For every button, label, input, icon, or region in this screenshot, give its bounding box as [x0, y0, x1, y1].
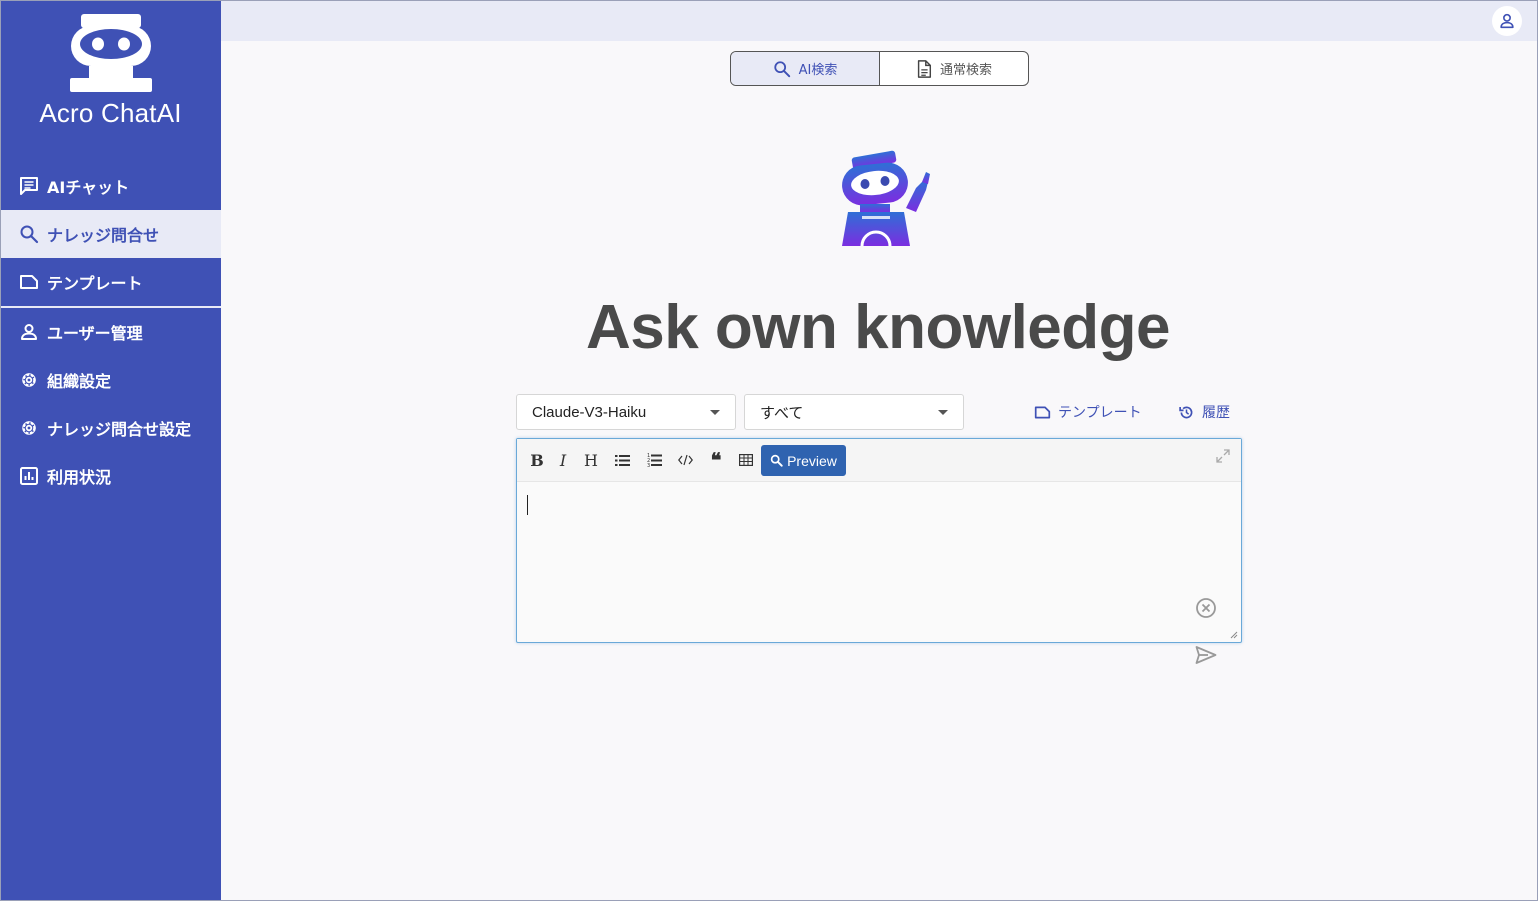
- sidebar-item-label: テンプレート: [47, 274, 143, 293]
- dropdown-arrow-icon: [710, 410, 720, 415]
- normal-search-button[interactable]: 通常検索: [880, 52, 1028, 85]
- sidebar-item-ai-chat[interactable]: AIチャット: [0, 162, 221, 210]
- scope-select-value: すべて: [760, 404, 804, 422]
- scope-select[interactable]: すべて: [744, 394, 964, 430]
- text-cursor: [527, 495, 528, 515]
- ai-search-label: AI検索: [798, 63, 838, 78]
- sidebar-item-knowledge-settings[interactable]: ナレッジ問合せ設定: [0, 404, 221, 452]
- template-button[interactable]: テンプレート: [1034, 402, 1142, 422]
- sidebar-item-template[interactable]: テンプレート: [0, 258, 221, 306]
- chat-icon: [18, 175, 40, 197]
- user-icon: [18, 321, 40, 343]
- clear-button[interactable]: [1194, 596, 1218, 620]
- document-icon: [916, 59, 932, 78]
- svg-text:3: 3: [647, 463, 650, 467]
- sidebar-item-label: ナレッジ問合せ設定: [47, 420, 192, 439]
- history-icon: [1178, 404, 1195, 421]
- model-select-value: Claude-V3-Haiku: [532, 403, 647, 421]
- resize-grip-icon[interactable]: [1230, 631, 1238, 639]
- history-button-label: 履歴: [1202, 405, 1230, 421]
- bullet-list-icon: [614, 454, 630, 466]
- sidebar-item-org-settings[interactable]: 組織設定: [0, 356, 221, 404]
- normal-search-label: 通常検索: [939, 63, 992, 78]
- template-icon: [1034, 404, 1051, 421]
- history-button[interactable]: 履歴: [1178, 402, 1230, 422]
- code-button[interactable]: [672, 447, 698, 473]
- sidebar-nav: AIチャット ナレッジ問合せ テンプレート ユーザー管理 組織設定 ナレッジ問合…: [0, 162, 221, 500]
- sidebar: Acro ChatAI AIチャット ナレッジ問合せ テンプレート ユーザー管理…: [0, 0, 221, 901]
- sidebar-item-label: 組織設定: [47, 372, 112, 391]
- brand[interactable]: Acro ChatAI: [0, 0, 221, 160]
- expand-icon: [1216, 449, 1230, 463]
- template-icon: [18, 271, 40, 293]
- editor-toolbar: B I H 123 ❝ Preview: [517, 439, 1241, 482]
- search-icon: [770, 454, 783, 467]
- app-name: Acro ChatAI: [39, 98, 182, 128]
- robot-logo-icon: [70, 14, 152, 92]
- sidebar-item-label: 利用状況: [47, 468, 112, 487]
- sidebar-item-label: AIチャット: [47, 178, 130, 197]
- table-button[interactable]: [733, 447, 759, 473]
- quote-button[interactable]: ❝: [703, 447, 729, 473]
- preview-button[interactable]: Preview: [761, 445, 846, 476]
- code-icon: [677, 454, 693, 466]
- query-textarea[interactable]: [517, 482, 1241, 664]
- numbered-list-icon: 123: [647, 453, 662, 467]
- account-icon: [1500, 13, 1514, 29]
- heading-button[interactable]: H: [578, 447, 604, 473]
- top-bar: [221, 0, 1538, 41]
- bullet-list-button[interactable]: [609, 447, 635, 473]
- sidebar-item-knowledge-query[interactable]: ナレッジ問合せ: [0, 210, 221, 258]
- sidebar-item-usage[interactable]: 利用状況: [0, 452, 221, 500]
- preview-button-label: Preview: [787, 452, 837, 469]
- template-button-label: テンプレート: [1058, 405, 1142, 421]
- page-title: Ask own knowledge: [585, 293, 1171, 362]
- bold-button[interactable]: B: [524, 447, 550, 473]
- account-button[interactable]: [1492, 6, 1522, 36]
- table-icon: [739, 454, 753, 466]
- query-editor: B I H 123 ❝ Preview: [516, 438, 1242, 664]
- chart-icon: [18, 465, 40, 487]
- italic-button[interactable]: I: [550, 447, 576, 473]
- robot-mascot-icon: [842, 150, 930, 247]
- sidebar-item-user-management[interactable]: ユーザー管理: [0, 308, 221, 356]
- send-icon: [1195, 646, 1217, 664]
- numbered-list-button[interactable]: 123: [641, 447, 667, 473]
- search-icon: [773, 60, 791, 78]
- search-icon: [18, 223, 40, 245]
- sidebar-item-label: ユーザー管理: [47, 324, 143, 343]
- ai-search-button[interactable]: AI検索: [731, 52, 880, 85]
- fullscreen-button[interactable]: [1216, 449, 1232, 465]
- search-mode-toggle: AI検索 通常検索: [730, 51, 1029, 86]
- model-select[interactable]: Claude-V3-Haiku: [516, 394, 736, 430]
- sidebar-item-label: ナレッジ問合せ: [47, 226, 160, 245]
- send-button[interactable]: [1194, 643, 1218, 667]
- gear-icon: [18, 417, 40, 439]
- dropdown-arrow-icon: [938, 410, 948, 415]
- gear-icon: [18, 369, 40, 391]
- clear-circle-icon: [1196, 598, 1216, 618]
